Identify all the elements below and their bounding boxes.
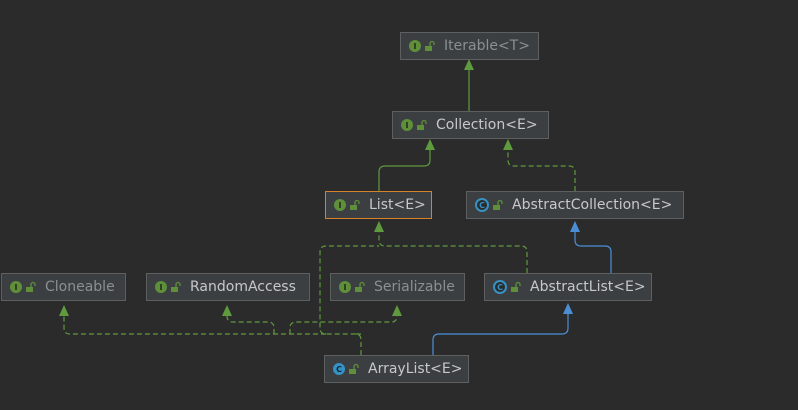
node-label: Cloneable — [45, 279, 115, 295]
node-cloneable[interactable]: I Cloneable — [1, 273, 126, 301]
edge-list-collection — [378, 146, 431, 191]
edge-abstractlist-abstractcollection — [574, 228, 612, 273]
node-iterable[interactable]: I Iterable<T> — [400, 32, 539, 60]
abstract-class-icon: C — [475, 198, 489, 212]
arrowhead-cloneable — [59, 305, 69, 316]
edge-arraylist-cloneable — [63, 316, 361, 335]
node-array-list[interactable]: C ArrayList<E> — [324, 355, 469, 383]
interface-icon: I — [401, 119, 413, 131]
arrowhead-abstractlist — [563, 303, 573, 314]
interface-icon: I — [155, 281, 167, 293]
node-label: Iterable<T> — [444, 38, 530, 54]
unlocked-padlock-icon — [417, 119, 427, 130]
arrowhead-collection-from-abstractcollection — [503, 139, 513, 150]
interface-icon: I — [339, 281, 351, 293]
arrowhead-list — [374, 221, 384, 232]
arrowhead-collection-from-list — [425, 139, 435, 150]
node-label: List<E> — [369, 197, 426, 213]
unlocked-padlock-icon — [171, 281, 181, 292]
unlocked-padlock-icon — [511, 281, 521, 292]
node-label: RandomAccess — [190, 279, 296, 295]
interface-icon: I — [409, 40, 421, 52]
node-label: Serializable — [374, 279, 455, 295]
edge-arraylist-abstractlist — [432, 310, 569, 355]
abstract-class-icon: C — [493, 280, 507, 294]
node-list[interactable]: I List<E> — [325, 191, 432, 219]
node-random-access[interactable]: I RandomAccess — [146, 273, 310, 301]
arrowhead-randomaccess — [222, 305, 232, 316]
unlocked-padlock-icon — [425, 40, 435, 51]
arrowhead-iterable — [464, 59, 474, 70]
node-label: Collection<E> — [436, 117, 538, 133]
unlocked-padlock-icon — [355, 281, 365, 292]
node-abstract-collection[interactable]: C AbstractCollection<E> — [466, 191, 684, 219]
unlocked-padlock-icon — [349, 363, 359, 374]
arrowhead-abstractcollection — [570, 221, 580, 232]
unlocked-padlock-icon — [493, 199, 503, 210]
unlocked-padlock-icon — [26, 281, 36, 292]
edge-abstractlist-list — [378, 228, 528, 273]
node-abstract-list[interactable]: C AbstractList<E> — [484, 273, 652, 301]
edge-arraylist-serializable — [289, 315, 398, 334]
node-label: ArrayList<E> — [368, 361, 463, 377]
class-icon: C — [333, 363, 345, 375]
unlocked-padlock-icon — [350, 199, 360, 210]
node-label: AbstractList<E> — [530, 279, 646, 295]
edge-arraylist-randomaccess — [226, 315, 275, 334]
node-collection[interactable]: I Collection<E> — [392, 111, 549, 139]
edge-abstractcollection-collection — [507, 146, 576, 191]
interface-icon: I — [334, 199, 346, 211]
node-serializable[interactable]: I Serializable — [330, 273, 465, 301]
arrowhead-serializable — [392, 305, 402, 316]
node-label: AbstractCollection<E> — [512, 197, 673, 213]
interface-icon: I — [10, 281, 22, 293]
